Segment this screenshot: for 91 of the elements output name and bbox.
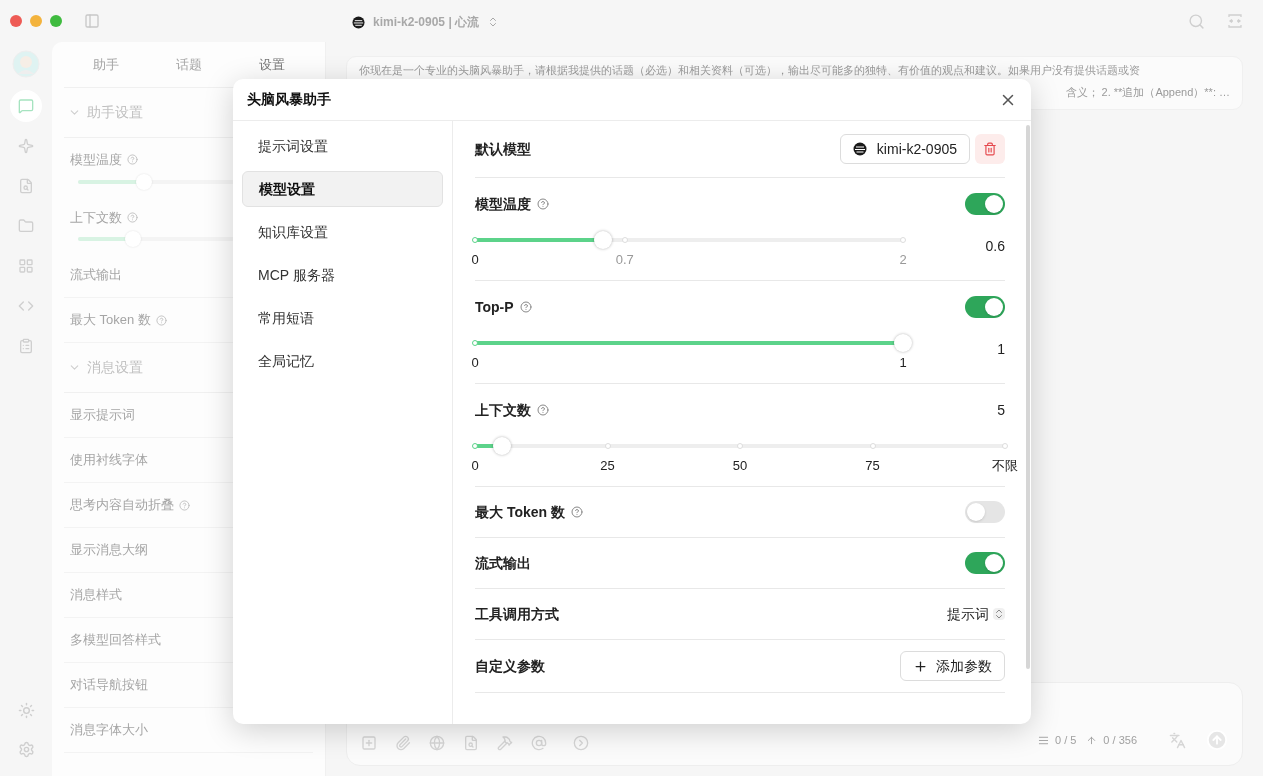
slider-mark-label: 25 — [600, 457, 615, 475]
setting-label: 上下文数 — [70, 208, 122, 227]
hammer-icon[interactable] — [497, 735, 513, 751]
dialog-nav-item[interactable]: 常用短语 — [242, 300, 443, 336]
plus-icon — [913, 658, 928, 674]
slider-value: 0.6 — [985, 237, 1005, 256]
dialog-nav-item[interactable]: 全局记忆 — [242, 343, 443, 379]
help-icon[interactable] — [155, 314, 167, 326]
dialog-nav-item[interactable]: 模型设置 — [242, 171, 443, 207]
setting-label: Top-P — [475, 297, 514, 317]
slider-mark-label: 0 — [471, 251, 479, 269]
slider-mark-label: 50 — [732, 457, 748, 475]
minimize-window-button[interactable] — [30, 15, 42, 27]
file-search-icon[interactable] — [463, 735, 479, 751]
help-icon[interactable] — [537, 198, 549, 210]
model-select-button[interactable]: kimi-k2-0905 — [839, 134, 970, 164]
setting-label: 模型温度 — [475, 194, 531, 214]
slider-mark-label: 不限 — [992, 457, 1018, 475]
translate-icon[interactable] — [1169, 731, 1186, 749]
slider-mark-label: 1 — [899, 354, 907, 372]
slider-thumb[interactable] — [492, 437, 511, 455]
slider-thumb[interactable] — [136, 173, 152, 190]
dialog-nav-item[interactable]: 提示词设置 — [242, 128, 443, 164]
token-count: 0 / 356 — [1103, 732, 1137, 748]
zoom-window-button[interactable] — [50, 15, 62, 27]
search-icon[interactable] — [1188, 12, 1205, 30]
new-topic-icon[interactable] — [361, 735, 377, 751]
setting-label: 消息字体大小 — [70, 721, 148, 740]
setting-label: 显示提示词 — [70, 406, 135, 425]
toggle-switch[interactable] — [965, 296, 1005, 318]
slider-thumb[interactable] — [594, 231, 613, 249]
setting-label: 多模型回答样式 — [70, 631, 161, 650]
slider-mark-label: 75 — [865, 457, 880, 475]
model-logo-icon — [352, 15, 365, 29]
setting-label: 工具调用方式 — [475, 604, 559, 624]
setting-label: 使用衬线字体 — [70, 451, 148, 470]
settings-icon[interactable] — [17, 741, 35, 758]
sidebar-toggle-icon[interactable] — [84, 13, 100, 29]
setting-label: 最大 Token 数 — [475, 502, 565, 522]
setting-label: 上下文数 — [475, 400, 531, 420]
toggle-switch[interactable] — [965, 552, 1005, 574]
help-icon[interactable] — [179, 499, 190, 511]
slider-mark-label: 0 — [471, 354, 479, 372]
dialog-title: 头脑风暴助手 — [247, 90, 331, 109]
message-count: 0 / 5 — [1054, 732, 1077, 748]
add-parameter-button[interactable]: 添加参数 — [900, 651, 1005, 681]
trash-icon — [983, 142, 997, 156]
chat-icon[interactable] — [10, 90, 42, 122]
globe-icon[interactable] — [429, 735, 445, 751]
dialog-nav-item[interactable]: 知识库设置 — [242, 214, 443, 250]
expand-width-icon[interactable] — [1227, 13, 1243, 29]
slider-value: 1 — [997, 340, 1005, 359]
setting-label: 模型温度 — [70, 151, 122, 169]
slider-mark-label: 2 — [899, 251, 907, 269]
arrow-up-icon — [1086, 734, 1098, 746]
setting-label: 消息样式 — [70, 586, 122, 605]
help-icon[interactable] — [127, 211, 138, 223]
help-icon[interactable] — [519, 301, 532, 313]
send-button[interactable] — [1206, 729, 1228, 751]
dialog-nav-item[interactable]: MCP 服务器 — [242, 257, 443, 293]
paperclip-icon[interactable] — [395, 735, 411, 751]
setting-label: 显示消息大纲 — [70, 541, 148, 560]
close-window-button[interactable] — [10, 15, 22, 27]
tool-mode-select[interactable]: 提示词 — [947, 603, 1005, 625]
model-logo-icon — [852, 142, 867, 156]
panel-tab[interactable]: 设置 — [230, 54, 313, 75]
updown-icon — [993, 608, 1005, 620]
setting-label: 对话导航按钮 — [70, 676, 148, 695]
toggle-switch[interactable] — [965, 193, 1005, 215]
setting-label: 自定义参数 — [475, 656, 545, 676]
theme-icon[interactable] — [17, 702, 35, 719]
help-icon[interactable] — [537, 404, 549, 416]
delete-button[interactable] — [975, 134, 1005, 164]
slider-mark-label: 0 — [471, 457, 479, 475]
setting-label: 最大 Token 数 — [70, 311, 151, 330]
help-icon[interactable] — [127, 154, 138, 166]
setting-label: 流式输出 — [70, 266, 122, 285]
slider-thumb[interactable] — [125, 231, 141, 247]
setting-label: 思考内容自动折叠 — [70, 496, 174, 515]
help-icon[interactable] — [570, 506, 583, 518]
setting-label: 流式输出 — [475, 553, 531, 573]
toggle-switch[interactable] — [965, 501, 1005, 523]
slider-mark-label: 0.7 — [615, 251, 634, 269]
prompt-text: 含义； 2. **追加（Append）**: … — [1065, 85, 1230, 100]
slider-thumb[interactable] — [894, 334, 912, 352]
prompt-text: 你现在是一个专业的头脑风暴助手，请根据我提供的话题（必选）和相关资料（可选），输出尽可能多的独特、有价值的观点和建议。如果用户没有提供话题或资 — [359, 63, 1140, 78]
expand-icon[interactable] — [573, 735, 589, 751]
setting-label: 默认模型 — [475, 139, 531, 159]
mention-icon[interactable] — [531, 735, 547, 751]
slider-value: 5 — [997, 400, 1005, 420]
list-icon — [1037, 734, 1049, 746]
